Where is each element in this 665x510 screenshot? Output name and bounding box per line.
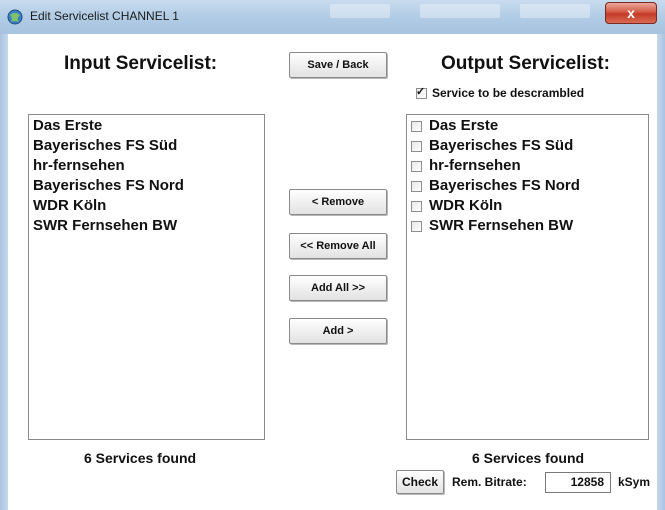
list-item[interactable]: WDR Köln — [33, 196, 106, 216]
list-item[interactable]: Bayerisches FS Süd — [429, 136, 573, 156]
list-item[interactable]: SWR Fernsehen BW — [429, 216, 573, 236]
add-button[interactable]: Add > — [289, 318, 387, 344]
window-frame-left — [0, 34, 8, 510]
service-checkbox[interactable] — [411, 121, 422, 132]
check-icon: ✓ — [416, 86, 426, 98]
remove-all-button[interactable]: << Remove All — [289, 233, 387, 259]
service-checkbox[interactable] — [411, 221, 422, 232]
list-item[interactable]: Bayerisches FS Nord — [429, 176, 580, 196]
rem-bitrate-field[interactable]: 12858 — [545, 472, 611, 493]
list-item[interactable]: Das Erste — [429, 116, 498, 136]
descramble-label: Service to be descrambled — [432, 86, 585, 100]
rem-bitrate-label: Rem. Bitrate: — [452, 475, 527, 489]
list-item[interactable]: WDR Köln — [429, 196, 502, 216]
list-item[interactable]: hr-fernsehen — [429, 156, 521, 176]
list-item[interactable]: Das Erste — [33, 116, 102, 136]
remove-button[interactable]: < Remove — [289, 189, 387, 215]
list-item[interactable]: Bayerisches FS Nord — [33, 176, 184, 196]
input-service-list[interactable]: Das Erste Bayerisches FS Süd hr-fernsehe… — [28, 114, 265, 440]
list-item[interactable]: hr-fernsehen — [33, 156, 125, 176]
service-checkbox[interactable] — [411, 141, 422, 152]
service-checkbox[interactable] — [411, 201, 422, 212]
service-checkbox[interactable] — [411, 161, 422, 172]
check-button[interactable]: Check — [396, 470, 444, 494]
close-button[interactable]: x — [605, 2, 657, 24]
input-servicelist-heading: Input Servicelist: — [64, 53, 218, 74]
output-service-list[interactable]: Das Erste Bayerisches FS Süd hr-fernsehe… — [406, 114, 649, 440]
service-checkbox[interactable] — [411, 181, 422, 192]
app-icon — [7, 9, 23, 25]
output-servicelist-heading: Output Servicelist: — [441, 53, 610, 74]
list-item[interactable]: SWR Fernsehen BW — [33, 216, 177, 236]
descramble-checkbox[interactable]: ✓ — [416, 86, 427, 99]
output-services-count: 6 Services found — [472, 450, 585, 466]
window-title: Edit Servicelist CHANNEL 1 — [30, 9, 179, 23]
save-back-button[interactable]: Save / Back — [289, 52, 387, 78]
window-frame-right — [657, 34, 665, 510]
list-item[interactable]: Bayerisches FS Süd — [33, 136, 177, 156]
add-all-button[interactable]: Add All >> — [289, 275, 387, 301]
input-services-count: 6 Services found — [84, 450, 197, 466]
bitrate-unit: kSym — [618, 475, 651, 489]
